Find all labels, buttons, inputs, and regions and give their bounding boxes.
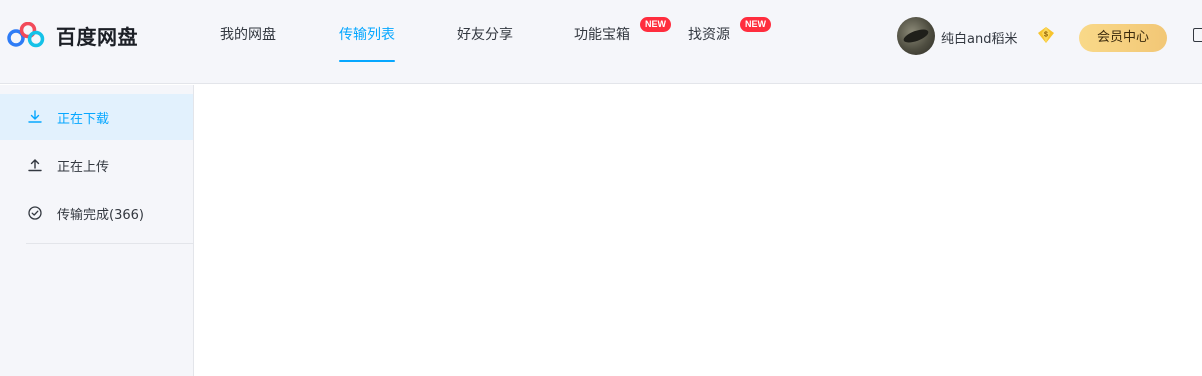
transfer-content-area (195, 85, 1202, 376)
sidebar-divider (26, 243, 194, 244)
transfer-sidebar: 正在下载 正在上传 传输完成(366) (0, 85, 194, 376)
message-icon[interactable] (1193, 28, 1202, 42)
nav-find-resources[interactable]: 找资源 (688, 26, 730, 44)
baidu-netdisk-logo-icon (7, 22, 45, 48)
sidebar-item-downloading[interactable]: 正在下载 (0, 94, 193, 140)
nav-friend-share[interactable]: 好友分享 (457, 26, 513, 44)
active-tab-indicator (339, 60, 395, 62)
vip-center-button[interactable]: 会员中心 (1079, 24, 1167, 52)
top-navigation-bar: 百度网盘 我的网盘 传输列表 好友分享 功能宝箱 NEW 找资源 NEW 纯白a… (0, 0, 1202, 84)
nav-transfer-list-label: 传输列表 (339, 27, 395, 43)
nav-feature-box[interactable]: 功能宝箱 (574, 26, 630, 44)
svip-diamond-icon[interactable]: $ (1036, 25, 1056, 45)
upload-icon (28, 159, 42, 172)
sidebar-item-uploading[interactable]: 正在上传 (0, 142, 193, 188)
new-badge: NEW (740, 17, 771, 32)
new-badge: NEW (640, 17, 671, 32)
sidebar-item-completed[interactable]: 传输完成(366) (0, 190, 193, 236)
user-avatar[interactable] (897, 17, 935, 55)
nav-transfer-list[interactable]: 传输列表 (339, 26, 395, 62)
download-icon (28, 110, 42, 123)
sidebar-item-label: 正在下载 (57, 111, 110, 127)
username[interactable]: 纯白and稻米 (941, 28, 1017, 47)
nav-my-netdisk[interactable]: 我的网盘 (220, 26, 276, 44)
sidebar-item-label: 传输完成(366) (57, 207, 144, 223)
svg-text:$: $ (1044, 32, 1048, 39)
app-name: 百度网盘 (56, 24, 138, 49)
app-logo[interactable]: 百度网盘 (6, 22, 138, 49)
check-circle-icon (28, 206, 42, 220)
sidebar-item-label: 正在上传 (57, 159, 110, 175)
